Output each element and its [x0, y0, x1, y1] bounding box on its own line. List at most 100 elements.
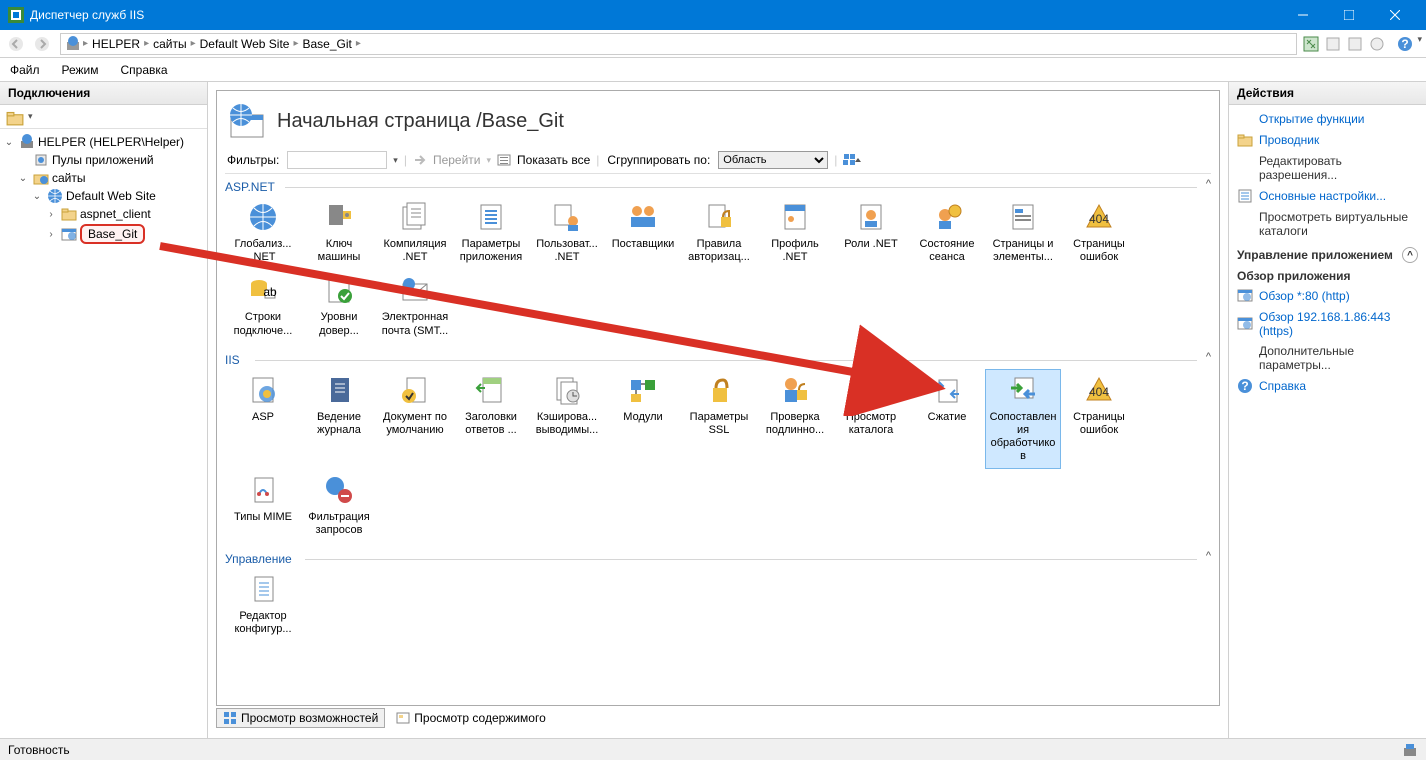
breadcrumb[interactable]: ▸ HELPER▸ сайты▸ Default Web Site▸ Base_… — [60, 33, 1297, 55]
tree-pools[interactable]: Пулы приложений — [2, 151, 205, 169]
action-open-feature[interactable]: Открытие функции — [1237, 109, 1418, 129]
action-browse-80[interactable]: Обзор *:80 (http) — [1237, 285, 1418, 307]
twisty-icon[interactable]: › — [44, 229, 58, 240]
action-explorer[interactable]: Проводник — [1237, 129, 1418, 151]
feature-mime[interactable]: Типы MIME — [225, 469, 301, 542]
help-icon: ? — [1237, 378, 1253, 394]
feature-globalization[interactable]: Глобализ... .NET — [225, 196, 301, 269]
feature-smtp[interactable]: Электронная почта (SMT... — [377, 269, 453, 342]
feature-pages[interactable]: Страницы и элементы... — [985, 196, 1061, 269]
menu-help[interactable]: Справка — [117, 61, 172, 79]
feature-appsettings[interactable]: Параметры приложения — [453, 196, 529, 269]
feature-connstrings[interactable]: abСтроки подключе... — [225, 269, 301, 342]
feature-errorpages-net[interactable]: 404Страницы ошибок — [1061, 196, 1137, 269]
tab-features[interactable]: Просмотр возможностей — [216, 708, 385, 728]
feature-auth[interactable]: Проверка подлинно... — [757, 369, 833, 469]
log-icon — [323, 374, 355, 406]
window-title: Диспетчер служб IIS — [30, 8, 1280, 22]
breadcrumb-item[interactable]: Default Web Site — [198, 37, 292, 51]
feature-defaultdoc[interactable]: Документ по умолчанию — [377, 369, 453, 469]
feature-modules[interactable]: Модули — [605, 369, 681, 469]
groupby-label: Сгруппировать по: — [605, 153, 712, 167]
nav-forward-button[interactable] — [30, 33, 54, 55]
add-connection-icon[interactable] — [6, 108, 24, 126]
connstr-icon: ab — [247, 274, 279, 306]
menu-mode[interactable]: Режим — [58, 61, 103, 79]
menubar: Файл Режим Справка — [0, 58, 1426, 82]
help-icon[interactable]: ? — [1395, 34, 1415, 54]
twisty-icon[interactable]: › — [44, 209, 58, 220]
collapse-icon[interactable]: ^ — [1402, 247, 1418, 263]
feature-machinekey[interactable]: Ключ машины — [301, 196, 377, 269]
svg-text:404: 404 — [1089, 385, 1109, 399]
view-icon[interactable] — [843, 153, 863, 167]
tree-aspnet[interactable]: › aspnet_client — [2, 205, 205, 223]
breadcrumb-item[interactable]: HELPER — [90, 37, 142, 51]
feature-logging[interactable]: Ведение журнала — [301, 369, 377, 469]
nav-icon-3[interactable] — [1345, 34, 1365, 54]
collapse-icon[interactable]: ^ — [1206, 351, 1211, 363]
feature-asp[interactable]: ASP — [225, 369, 301, 469]
page-title: Начальная страница /Base_Git — [277, 110, 564, 133]
close-button[interactable] — [1372, 0, 1418, 30]
feature-respheaders[interactable]: Заголовки ответов ... — [453, 369, 529, 469]
feature-trust[interactable]: Уровни довер... — [301, 269, 377, 342]
group-header-iis[interactable]: IIS ^ — [225, 349, 1211, 367]
tree-basegit[interactable]: › Base_Git — [2, 223, 205, 245]
feature-reqfiltering[interactable]: Фильтрация запросов — [301, 469, 377, 542]
nav-icon-2[interactable] — [1323, 34, 1343, 54]
feature-handlers[interactable]: Сопоставления обработчиков — [985, 369, 1061, 469]
feature-providers[interactable]: Поставщики — [605, 196, 681, 269]
tree-sites[interactable]: ⌄ сайты — [2, 169, 205, 187]
feature-compilation[interactable]: Компиляция .NET — [377, 196, 453, 269]
feature-caching[interactable]: Кэширова... выводимы... — [529, 369, 605, 469]
content-view-icon — [396, 711, 410, 725]
feature-profile[interactable]: Профиль .NET — [757, 196, 833, 269]
refresh-all-icon[interactable] — [1301, 34, 1321, 54]
feature-dirbrowsing[interactable]: Просмотр каталога — [833, 369, 909, 469]
showall-button[interactable]: Показать все — [517, 153, 590, 167]
session-icon — [931, 201, 963, 233]
filter-input[interactable] — [287, 151, 387, 169]
config-status-icon[interactable] — [1402, 742, 1418, 758]
action-browse-443[interactable]: Обзор 192.168.1.86:443 (https) — [1237, 307, 1418, 341]
feature-users[interactable]: Пользоват... .NET — [529, 196, 605, 269]
feature-errorpages[interactable]: 404Страницы ошибок — [1061, 369, 1137, 469]
groupby-select[interactable]: Область — [718, 151, 828, 169]
minimize-button[interactable] — [1280, 0, 1326, 30]
center-pane: Начальная страница /Base_Git Фильтры: ▾ … — [208, 82, 1228, 738]
tab-content[interactable]: Просмотр содержимого — [389, 708, 552, 728]
twisty-icon[interactable]: ⌄ — [2, 137, 16, 148]
breadcrumb-item[interactable]: Base_Git — [300, 37, 353, 51]
feature-configeditor[interactable]: Редактор конфигур... — [225, 568, 301, 641]
action-view-vdirs[interactable]: Просмотреть виртуальные каталоги — [1237, 207, 1418, 241]
twisty-icon[interactable]: ⌄ — [30, 191, 44, 202]
filter-toolbar: Фильтры: ▾ | Перейти ▾ Показать все | Сг… — [225, 149, 1211, 174]
collapse-icon[interactable]: ^ — [1206, 178, 1211, 190]
menu-file[interactable]: Файл — [6, 61, 44, 79]
connections-tree: ⌄ HELPER (HELPER\Helper) Пулы приложений… — [0, 129, 207, 738]
collapse-icon[interactable]: ^ — [1206, 550, 1211, 562]
tree-root[interactable]: ⌄ HELPER (HELPER\Helper) — [2, 133, 205, 151]
group-header-mgmt[interactable]: Управление ^ — [225, 548, 1211, 566]
tree-dws[interactable]: ⌄ Default Web Site — [2, 187, 205, 205]
feature-roles[interactable]: Роли .NET — [833, 196, 909, 269]
breadcrumb-item[interactable]: сайты — [151, 37, 189, 51]
action-help[interactable]: ?Справка — [1237, 375, 1418, 397]
twisty-icon[interactable]: ⌄ — [16, 173, 30, 184]
feature-authz[interactable]: Правила авторизац... — [681, 196, 757, 269]
feature-session[interactable]: Состояние сеанса — [909, 196, 985, 269]
action-advanced[interactable]: Дополнительные параметры... — [1237, 341, 1418, 375]
app-pools-icon — [33, 152, 49, 168]
app-icon — [61, 226, 77, 242]
feature-ssl[interactable]: Параметры SSL — [681, 369, 757, 469]
action-basic-settings[interactable]: Основные настройки... — [1237, 185, 1418, 207]
maximize-button[interactable] — [1326, 0, 1372, 30]
action-edit-permissions[interactable]: Редактировать разрешения... — [1237, 151, 1418, 185]
nav-back-button[interactable] — [4, 33, 28, 55]
group-header-aspnet[interactable]: ASP.NET ^ — [225, 176, 1211, 194]
status-text: Готовность — [8, 743, 70, 757]
feature-compression[interactable]: Сжатие — [909, 369, 985, 469]
404-icon: 404 — [1083, 374, 1115, 406]
stop-icon[interactable] — [1367, 34, 1387, 54]
